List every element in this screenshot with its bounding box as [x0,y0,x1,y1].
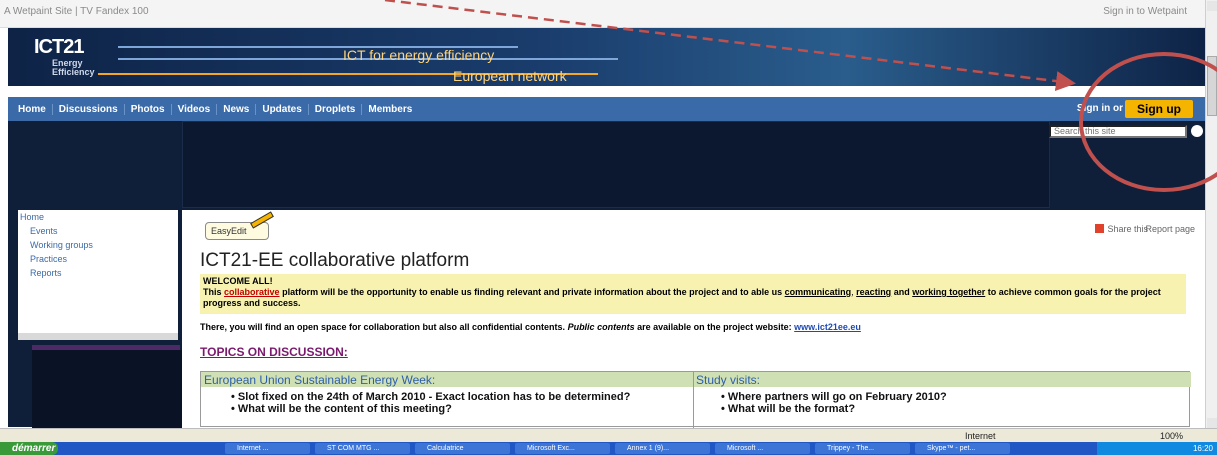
header-dark-area [8,121,1205,210]
main-content: EasyEdit Share this Report page ICT21-EE… [186,210,1205,428]
info-text-2: are available on the project website: [637,322,792,332]
easyedit-label: EasyEdit [211,226,247,236]
report-page-link[interactable]: Report page [1145,224,1195,234]
taskbar-item[interactable]: Annex 1 (9)... [615,443,710,454]
sidebar-item-reports[interactable]: Reports [18,266,178,280]
left-sidebar: Home Events Working groups Practices Rep… [8,210,182,428]
site-logo[interactable]: ICT21 Energy Efficiency [34,36,95,77]
topics-heading: TOPICS ON DISCUSSION: [200,345,348,359]
logo-text: ICT21 [34,36,84,58]
taskbar-item[interactable]: Skype™ - pet... [915,443,1010,454]
list-item: What will be the format? [721,403,1171,415]
clock: 16:20 [1192,444,1213,453]
start-button[interactable]: démarrer [0,442,58,455]
list-item: Slot fixed on the 24th of March 2010 - E… [231,391,681,403]
nav-photos[interactable]: Photos [125,103,172,115]
taskbar-item[interactable]: ST COM MTG ... [315,443,410,454]
communicating-link[interactable]: communicating [785,287,852,297]
page-title: ICT21-EE collaborative platform [200,250,470,271]
signin-wetpaint-link[interactable]: Sign in to Wetpaint [1103,6,1187,17]
nav-droplets[interactable]: Droplets [309,103,363,115]
sidebar-item-events[interactable]: Events [18,224,178,238]
welcome-text-1: This [203,287,222,297]
project-website-link[interactable]: www.ict21ee.eu [794,322,861,332]
welcome-title: WELCOME ALL! [203,276,273,286]
eusew-list: Slot fixed on the 24th of March 2010 - E… [231,391,681,415]
banner-tagline-2: European network [453,68,567,84]
welcome-text-2: platform will be the opportunity to enab… [282,287,783,297]
nav-videos[interactable]: Videos [172,103,218,115]
pencil-icon [250,211,274,229]
zoom-level[interactable]: 100% [1160,431,1183,441]
info-public: Public contents [567,322,635,332]
system-tray: 16:20 [1097,442,1217,455]
table-col-eusew[interactable]: European Union Sustainable Energy Week: [204,373,435,387]
info-paragraph: There, you will find an open space for c… [200,322,861,332]
browser-window: A Wetpaint Site | TV Fandex 100 Sign in … [0,0,1217,455]
taskbar-item[interactable]: Calculatrice [415,443,510,454]
nav-updates[interactable]: Updates [256,103,309,115]
table-header: European Union Sustainable Energy Week: … [201,372,1191,428]
working-together-link[interactable]: working together [912,287,985,297]
ad-block [182,121,1050,208]
info-text-1: There, you will find an open space for c… [200,322,566,332]
nav-home[interactable]: Home [12,103,53,115]
list-item: Where partners will go on February 2010? [721,391,1171,403]
taskbar-item[interactable]: Internet ... [225,443,310,454]
sidebar-item-home[interactable]: Home [18,210,178,224]
table-body: Slot fixed on the 24th of March 2010 - E… [201,388,1191,428]
share-link[interactable]: Share this [1095,224,1148,234]
share-label: Share this [1107,224,1148,234]
welcome-text: This collaborative platform will be the … [203,287,1161,308]
welcome-and: and [893,287,910,297]
wetpaint-site-label[interactable]: A Wetpaint Site | TV Fandex 100 [4,6,149,17]
collaborative-link[interactable]: collaborative [224,287,280,297]
sidebar-resize-bar[interactable] [18,333,178,340]
sidebar-menu: Home Events Working groups Practices Rep… [18,210,178,340]
wetpaint-topbar: A Wetpaint Site | TV Fandex 100 Sign in … [0,0,1205,28]
list-item: What will be the content of this meeting… [231,403,681,415]
table-col-study-visits[interactable]: Study visits: [696,373,760,387]
nav-news[interactable]: News [217,103,257,115]
windows-taskbar: démarrer Internet ... ST COM MTG ... Cal… [0,442,1217,455]
welcome-box: WELCOME ALL! This collaborative platform… [200,274,1186,314]
nav-discussions[interactable]: Discussions [53,103,125,115]
taskbar-item[interactable]: Trippey - The... [815,443,910,454]
reacting-link[interactable]: reacting [856,287,891,297]
logo-sub2: Efficiency [52,67,95,77]
taskbar-item[interactable]: Microsoft Exc... [515,443,610,454]
main-nav: Home Discussions Photos Videos News Upda… [8,97,1205,121]
sidebar-item-practices[interactable]: Practices [18,252,178,266]
sidebar-widget-panel [32,350,182,428]
taskbar-item[interactable]: Microsoft ... [715,443,810,454]
internet-zone: Internet [965,431,996,441]
easyedit-button[interactable]: EasyEdit [205,211,274,240]
browser-statusbar: Internet 100% [0,428,1217,442]
study-visits-list: Where partners will go on February 2010?… [721,391,1171,415]
banner-tagline: ICT for energy efficiency [343,47,495,63]
share-icon [1095,224,1105,233]
nav-members[interactable]: Members [362,104,418,115]
topics-table: European Union Sustainable Energy Week: … [200,371,1191,428]
scroll-up-icon[interactable] [1207,1,1217,11]
sidebar-item-working-groups[interactable]: Working groups [18,238,178,252]
scroll-down-icon[interactable] [1207,418,1217,428]
site-banner: ICT21 Energy Efficiency ICT for energy e… [8,28,1205,86]
